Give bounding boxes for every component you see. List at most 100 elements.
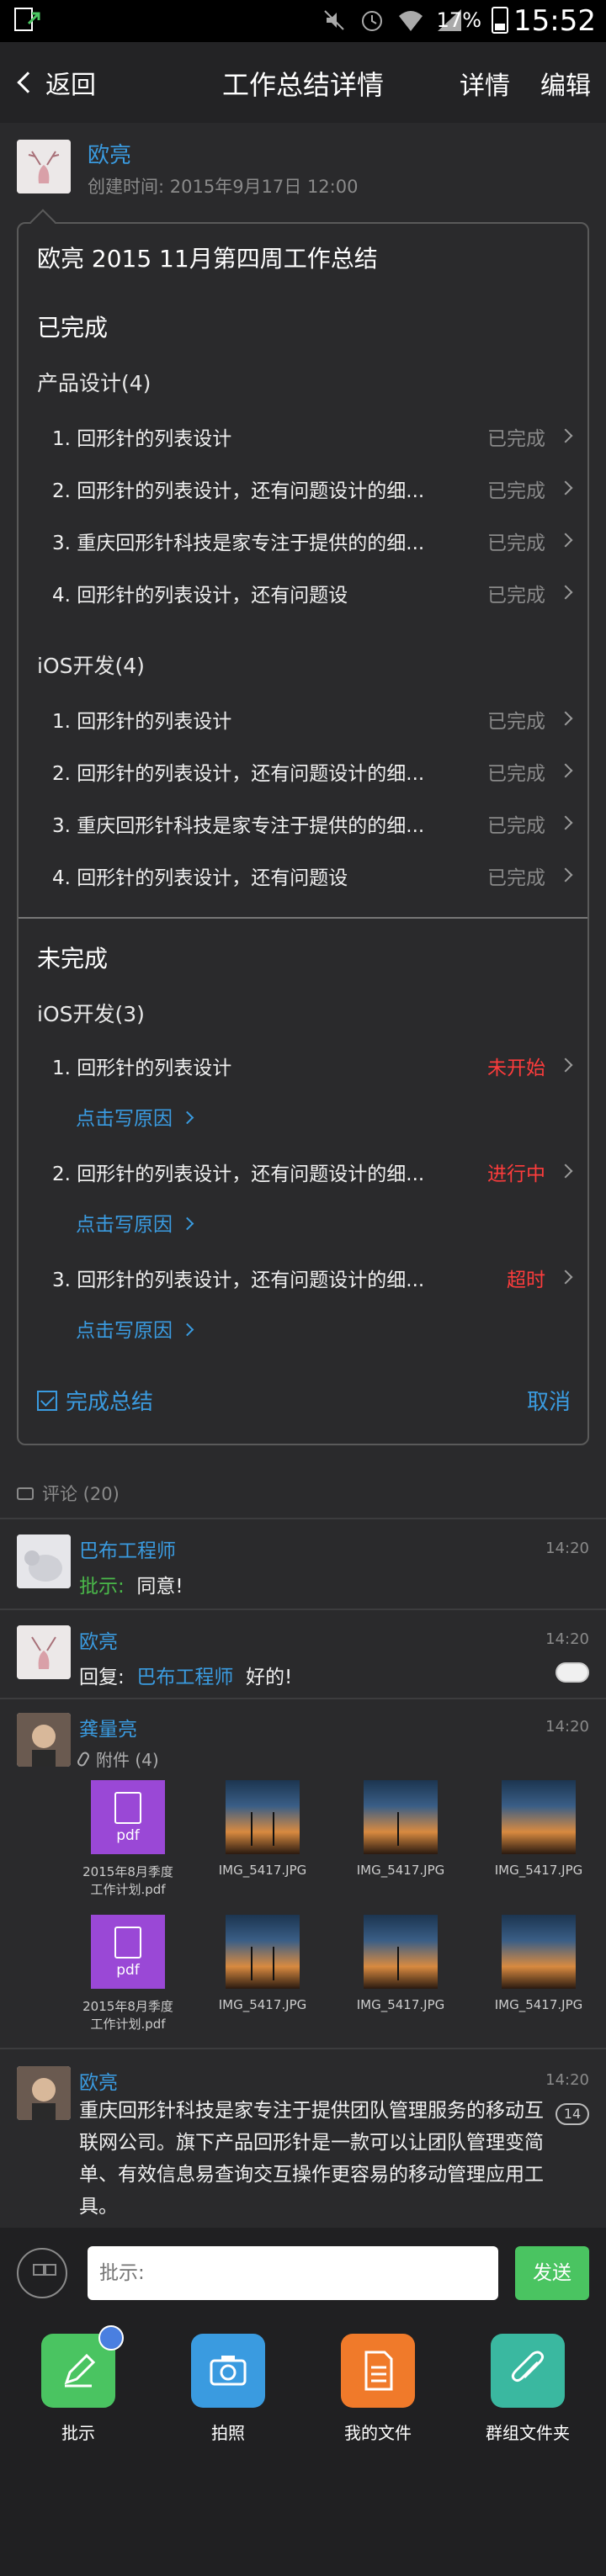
attachment-item[interactable]: IMG_5417.JPG	[488, 1915, 589, 2012]
divider	[0, 1518, 606, 1519]
section-divider	[19, 917, 587, 919]
task-row[interactable]: 4. 回形针的列表设计，还有问题设 已完成	[19, 567, 587, 619]
detail-button[interactable]: 详情	[460, 65, 510, 102]
alarm-icon	[362, 11, 382, 31]
deer-avatar-icon	[17, 1625, 71, 1679]
undone-section-title: 未完成	[37, 945, 109, 973]
paperclip-icon	[491, 2334, 565, 2408]
task-row[interactable]: 1. 回形针的列表设计 已完成	[19, 693, 587, 745]
divider	[0, 1609, 606, 1610]
author-avatar[interactable]	[17, 140, 71, 193]
avatar[interactable]	[17, 1534, 71, 1588]
complete-summary-button[interactable]: 完成总结	[37, 1385, 153, 1416]
author-name[interactable]: 欧亮	[88, 138, 131, 169]
reply-count-badge[interactable]: 14	[556, 2103, 589, 2125]
task-status: 已完成	[487, 585, 545, 607]
write-reason-link[interactable]: 点击写原因	[76, 1102, 194, 1131]
divider	[0, 2048, 606, 2049]
comment-body: 重庆回形针科技是家专注于提供团队管理服务的移动互联网公司。旗下产品回形针是一款可…	[79, 2100, 544, 2218]
comment-time: 14:20	[545, 1630, 589, 1648]
task-text: 4. 回形针的列表设计，还有问题设	[52, 867, 348, 889]
chevron-right-icon	[558, 585, 573, 600]
comment-author[interactable]: 龚量亮	[79, 1713, 137, 1741]
avatar[interactable]	[17, 1713, 71, 1767]
write-reason-label: 点击写原因	[76, 1320, 173, 1342]
input-bar: 发送	[0, 2228, 606, 2319]
image-thumbnail	[502, 1780, 576, 1854]
chevron-right-icon	[558, 1163, 573, 1179]
quick-action-group-folder[interactable]: 群组文件夹	[473, 2334, 582, 2444]
task-row[interactable]: 2. 回形针的列表设计，还有问题设计的细... 进行中	[19, 1146, 587, 1198]
man-avatar-icon	[17, 2066, 71, 2120]
chevron-right-icon	[180, 1216, 194, 1231]
task-row[interactable]: 2. 回形针的列表设计，还有问题设计的细... 已完成	[19, 463, 587, 515]
comment-text: 回复: 巴布工程师 好的!	[79, 1661, 292, 1689]
page-title: 工作总结详情	[221, 69, 384, 101]
paperclip-icon	[76, 1750, 91, 1768]
task-text: 4. 回形针的列表设计，还有问题设	[52, 585, 348, 607]
comment-input[interactable]	[88, 2246, 498, 2300]
task-row[interactable]: 3. 重庆回形针科技是家专注于提供的的细... 已完成	[19, 798, 587, 850]
grid-menu-icon[interactable]	[17, 2248, 67, 2298]
cancel-button[interactable]: 取消	[527, 1385, 571, 1416]
write-reason-link[interactable]: 点击写原因	[76, 1314, 194, 1343]
comment-text: 批示: 同意!	[79, 1570, 183, 1598]
comment-author[interactable]: 巴布工程师	[79, 1534, 176, 1563]
deer-avatar-icon	[17, 140, 71, 193]
created-time: 创建时间: 2015年9月17日 12:00	[88, 177, 359, 197]
comment-time: 14:20	[545, 1718, 589, 1736]
quick-action-approve[interactable]: 批示	[24, 2325, 133, 2444]
battery-percent: 17%	[436, 8, 481, 32]
done-section-title: 已完成	[37, 314, 109, 342]
mention-link[interactable]: 巴布工程师	[136, 1667, 233, 1688]
attachment-item[interactable]: IMG_5417.JPG	[488, 1780, 589, 1878]
group-title-design: 产品设计(4)	[37, 371, 152, 395]
task-row[interactable]: 2. 回形针的列表设计，还有问题设计的细... 已完成	[19, 745, 587, 798]
write-reason-link[interactable]: 点击写原因	[76, 1208, 194, 1237]
attachment-item[interactable]: pdf 2015年8月季度工作计划.pdf	[77, 1915, 178, 2033]
edit-button[interactable]: 编辑	[540, 65, 591, 102]
quick-action-my-files[interactable]: 我的文件	[323, 2334, 433, 2444]
send-button[interactable]: 发送	[515, 2246, 589, 2300]
group-title-ios: iOS开发(4)	[37, 654, 145, 678]
attachment-item[interactable]: IMG_5417.JPG	[212, 1780, 313, 1878]
task-row[interactable]: 3. 回形针的列表设计，还有问题设计的细... 超时	[19, 1252, 587, 1304]
attachment-item[interactable]: IMG_5417.JPG	[350, 1780, 451, 1878]
image-thumbnail	[502, 1915, 576, 1989]
write-reason-label: 点击写原因	[76, 1214, 173, 1236]
quick-action-label: 群组文件夹	[486, 2423, 570, 2443]
task-row[interactable]: 3. 重庆回形针科技是家专注于提供的的细... 已完成	[19, 515, 587, 567]
task-row[interactable]: 1. 回形针的列表设计 已完成	[19, 411, 587, 463]
task-status: 已完成	[487, 711, 545, 733]
chevron-right-icon	[558, 763, 573, 778]
task-row[interactable]: 1. 回形针的列表设计 未开始	[19, 1040, 587, 1092]
task-row[interactable]: 4. 回形针的列表设计，还有问题设 已完成	[19, 850, 587, 902]
comment-icon	[17, 1487, 34, 1500]
avatar[interactable]	[17, 1625, 71, 1679]
write-reason-label: 点击写原因	[76, 1108, 173, 1130]
task-status: 未开始	[487, 1057, 545, 1079]
comments-count: 评论 (20)	[42, 1484, 120, 1504]
task-status: 超时	[507, 1269, 545, 1291]
avatar[interactable]	[17, 2066, 71, 2120]
quick-action-photo[interactable]: 拍照	[173, 2334, 283, 2444]
attachment-name: IMG_5417.JPG	[218, 1863, 307, 1878]
like-icon[interactable]	[556, 1662, 589, 1683]
comment-prefix: 批示:	[79, 1576, 125, 1598]
attachment-name: IMG_5417.JPG	[494, 1997, 583, 2012]
task-status: 已完成	[487, 480, 545, 502]
battery-icon	[492, 7, 508, 34]
comment-author[interactable]: 欧亮	[79, 2066, 118, 2095]
attachment-name: IMG_5417.JPG	[356, 1997, 445, 2012]
attachment-name: 2015年8月季度工作计划.pdf	[82, 1999, 173, 2032]
chevron-right-icon	[558, 815, 573, 830]
image-thumbnail	[364, 1780, 438, 1854]
attachments-header: 附件 (4)	[76, 1746, 159, 1771]
attachment-item[interactable]: IMG_5417.JPG	[212, 1915, 313, 2012]
chevron-right-icon	[558, 867, 573, 883]
comment-author[interactable]: 欧亮	[79, 1625, 118, 1654]
chevron-right-icon	[558, 533, 573, 548]
task-text: 2. 回形针的列表设计，还有问题设计的细...	[52, 1163, 425, 1185]
attachment-item[interactable]: pdf 2015年8月季度工作计划.pdf	[77, 1780, 178, 1898]
attachment-item[interactable]: IMG_5417.JPG	[350, 1915, 451, 2012]
